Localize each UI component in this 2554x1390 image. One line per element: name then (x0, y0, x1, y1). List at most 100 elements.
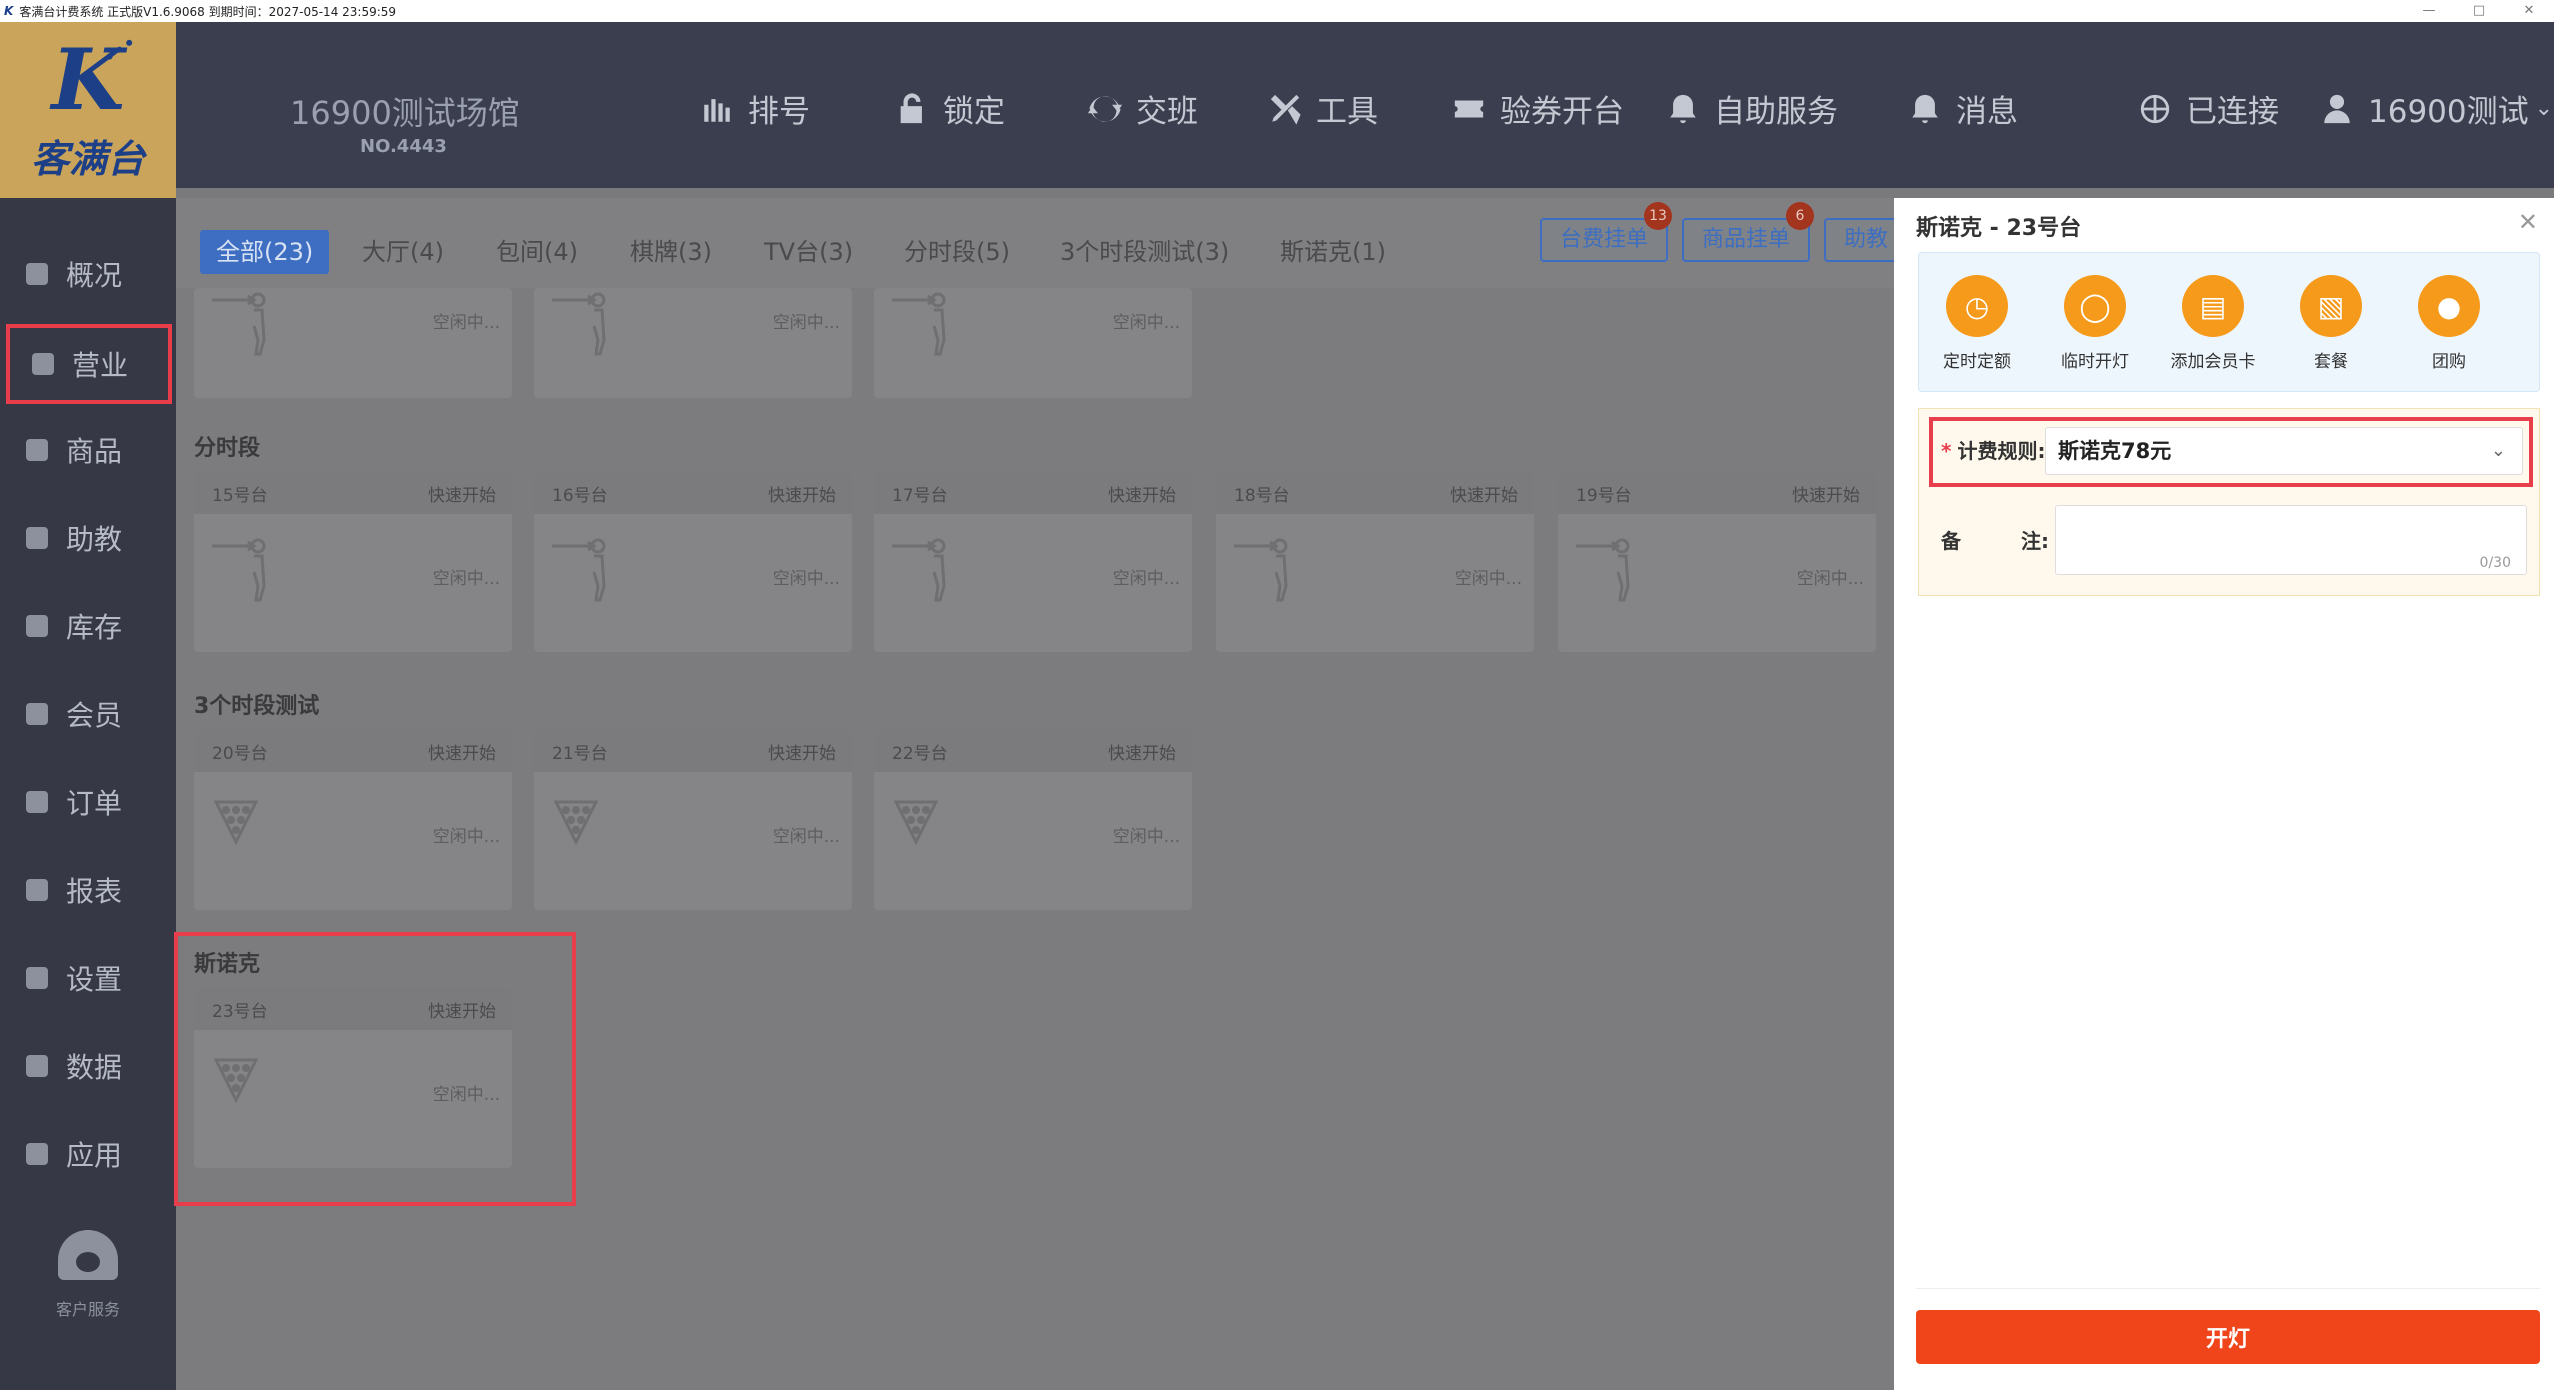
sidebar-item-assistant[interactable]: 助教 (0, 498, 176, 578)
table-card-17[interactable]: 17号台 快速开始 空闲中... (874, 472, 1192, 652)
sidebar-item-data[interactable]: 数据 (0, 1026, 176, 1106)
minimize-button[interactable]: — (2404, 0, 2454, 22)
tab-all[interactable]: 全部(23) (200, 230, 330, 274)
venue-number: NO.4443 (360, 136, 447, 157)
data-icon (26, 1055, 48, 1077)
goods-icon (26, 439, 48, 461)
bell-icon (1670, 94, 1696, 123)
table-card-21[interactable]: 21号台 快速开始 空闲中... (534, 730, 852, 910)
table-status: 空闲中... (432, 569, 500, 589)
member-icon (26, 703, 48, 725)
nav-lock[interactable]: 锁定 (895, 86, 1005, 131)
table-card-15[interactable]: 15号台 快速开始 空闲中... (194, 472, 512, 652)
timed-fixed-button[interactable]: ◷ 定时定额 (1927, 275, 2027, 372)
add-member-card-button[interactable]: ▤ 添加会员卡 (2163, 275, 2263, 372)
tab-chess[interactable]: 棋牌(3) (630, 230, 712, 274)
sidebar-item-apps[interactable]: 应用 (0, 1114, 176, 1194)
tab-three-slot-test[interactable]: 3个时段测试(3) (1060, 230, 1229, 274)
billiard-player-icon (212, 292, 266, 356)
quick-start-link[interactable]: 快速开始 (1450, 481, 1518, 506)
note-label-a: 备 (1941, 529, 1961, 553)
quick-start-link[interactable]: 快速开始 (1108, 481, 1176, 506)
action-label: 团购 (2432, 352, 2466, 372)
bulb-icon: ◯ (2064, 275, 2126, 337)
quick-start-link[interactable]: 快速开始 (1792, 481, 1860, 506)
note-input[interactable] (2055, 505, 2527, 575)
sidebar-item-order[interactable]: 订单 (0, 762, 176, 842)
table-status: 空闲中... (772, 827, 840, 847)
quick-start-link[interactable]: 快速开始 (1108, 739, 1176, 764)
billing-rule-select[interactable]: 斯诺克78元 ⌄ (2045, 427, 2523, 475)
nav-queue[interactable]: 排号 (700, 86, 810, 131)
quick-start-link[interactable]: 快速开始 (768, 481, 836, 506)
tab-tv[interactable]: TV台(3) (764, 230, 853, 274)
note-label: 备 注: (1941, 525, 2049, 554)
basket-icon: ▧ (2300, 275, 2362, 337)
sidebar-item-report[interactable]: 报表 (0, 850, 176, 930)
sidebar-item-goods[interactable]: 商品 (0, 410, 176, 490)
action-label: 添加会员卡 (2170, 352, 2256, 372)
table-name: 15号台 (212, 485, 268, 506)
table-name: 22号台 (892, 743, 948, 764)
table-card[interactable]: 空闲中... (534, 288, 852, 398)
sidebar-item-overview[interactable]: 概况 (0, 234, 176, 314)
sidebar-item-label: 概况 (66, 259, 123, 292)
tools-icon (1270, 94, 1301, 125)
billiard-player-icon (892, 538, 946, 602)
quick-start-link[interactable]: 快速开始 (768, 739, 836, 764)
tab-private-room[interactable]: 包间(4) (496, 230, 578, 274)
billiard-player-icon (552, 292, 606, 356)
goods-pending-button[interactable]: 商品挂单 6 (1682, 202, 1815, 262)
nav-tools[interactable]: 工具 (1268, 86, 1378, 131)
group-buy-button[interactable]: ● 团购 (2399, 275, 2499, 372)
nav-shift[interactable]: 交班 (1088, 86, 1198, 131)
table-fee-pending-button[interactable]: 台费挂单 13 (1540, 202, 1673, 262)
queue-icon (704, 98, 730, 122)
table-name: 18号台 (1234, 485, 1290, 506)
sidebar-item-label: 助教 (66, 523, 123, 556)
sidebar-item-label: 报表 (66, 875, 123, 908)
sidebar-item-settings[interactable]: 设置 (0, 938, 176, 1018)
tab-hall[interactable]: 大厅(4) (362, 230, 444, 274)
maximize-button[interactable]: □ (2454, 0, 2504, 22)
close-icon[interactable]: ✕ (2518, 208, 2538, 236)
tab-time-slot[interactable]: 分时段(5) (904, 230, 1010, 274)
open-light-button[interactable]: 开灯 (1916, 1310, 2540, 1364)
button-label: 助教 (1844, 227, 1889, 252)
shift-icon (1088, 95, 1122, 122)
assistant-pending-button[interactable]: 助教 (1824, 218, 1894, 262)
nav-label: 16900测试 (2368, 94, 2529, 130)
logo-k-icon: K (51, 29, 125, 129)
nav-user-menu[interactable]: 16900测试 ⌄ (2320, 86, 2553, 131)
nav-self-service[interactable]: 自助服务 (1666, 86, 1838, 131)
user-icon (2324, 94, 2350, 123)
quick-start-link[interactable]: 快速开始 (428, 481, 496, 506)
temp-light-button[interactable]: ◯ 临时开灯 (2045, 275, 2145, 372)
order-icon (26, 791, 48, 813)
quick-start-link[interactable]: 快速开始 (428, 739, 496, 764)
report-icon (26, 879, 48, 901)
nav-connection[interactable]: 已连接 (2138, 86, 2279, 131)
table-card-20[interactable]: 20号台 快速开始 空闲中... (194, 730, 512, 910)
close-window-button[interactable]: ✕ (2504, 0, 2554, 22)
package-button[interactable]: ▧ 套餐 (2281, 275, 2381, 372)
sidebar-item-label: 会员 (66, 699, 123, 732)
table-card[interactable]: 空闲中... (194, 288, 512, 398)
app-icon (26, 1143, 48, 1165)
table-status: 空闲中... (432, 313, 500, 333)
sidebar-item-inventory[interactable]: 库存 (0, 586, 176, 666)
sidebar-item-business[interactable]: 营业 (6, 324, 172, 404)
nav-messages[interactable]: 消息 (1908, 86, 2018, 131)
table-card-18[interactable]: 18号台 快速开始 空闲中... (1216, 472, 1534, 652)
table-card-16[interactable]: 16号台 快速开始 空闲中... (534, 472, 852, 652)
tab-snooker[interactable]: 斯诺克(1) (1280, 230, 1386, 274)
card-icon: ▤ (2182, 275, 2244, 337)
window-title: 客满台计费系统 正式版V1.6.9068 到期时间：2027-05-14 23:… (19, 4, 397, 19)
customer-service[interactable]: 客户服务 (0, 1230, 176, 1320)
table-card[interactable]: 空闲中... (874, 288, 1192, 398)
sidebar-item-member[interactable]: 会员 (0, 674, 176, 754)
nav-ticket[interactable]: 验券开台 (1452, 86, 1624, 131)
sidebar-item-label: 应用 (66, 1139, 123, 1172)
table-card-19[interactable]: 19号台 快速开始 空闲中... (1558, 472, 1876, 652)
table-card-22[interactable]: 22号台 快速开始 空闲中... (874, 730, 1192, 910)
